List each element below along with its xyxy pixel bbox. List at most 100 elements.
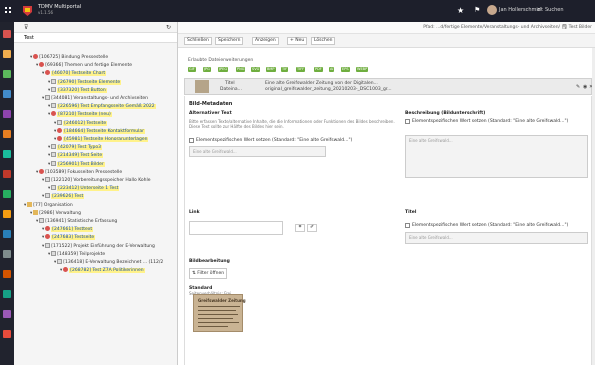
- tree-node-label[interactable]: [69366] Themen und fertige Elemente: [45, 63, 132, 68]
- chevron-down-icon[interactable]: ▾: [48, 162, 50, 167]
- new-button[interactable]: + Neu: [287, 37, 308, 45]
- module-icon[interactable]: [3, 230, 11, 238]
- tree-node[interactable]: ▾ [2986] Verwaltung: [30, 209, 81, 217]
- tree-node-label[interactable]: [247661] Testtext: [51, 227, 94, 233]
- tree-node-label[interactable]: [87210] Testseite (neu): [57, 112, 112, 118]
- module-icon[interactable]: [3, 90, 11, 98]
- title-checkbox-label[interactable]: Elementspezifischen Wert setzen (Standar…: [412, 223, 568, 228]
- module-icon[interactable]: [3, 270, 11, 278]
- delete-button[interactable]: Löschen: [311, 37, 336, 45]
- module-icon[interactable]: [3, 70, 11, 78]
- star-icon[interactable]: ★: [457, 6, 464, 15]
- menu-icon[interactable]: [5, 7, 11, 13]
- filter-icon[interactable]: ⊽: [24, 24, 28, 31]
- refresh-icon[interactable]: ↻: [166, 24, 171, 31]
- module-icon[interactable]: [3, 130, 11, 138]
- alt-text-checkbox-label[interactable]: Elementspezifischen Wert setzen (Standar…: [196, 138, 352, 143]
- link-browse-button[interactable]: ⌗: [295, 224, 305, 232]
- tree-node-label[interactable]: [148359] Teilprojekte: [57, 252, 105, 257]
- tree-search-input[interactable]: [24, 34, 174, 42]
- search-label[interactable]: Suchen: [545, 7, 564, 13]
- tree-node[interactable]: ▾ [136418] E-Verwaltung Bezeichnet ... (1…: [54, 259, 163, 266]
- tree-node-label[interactable]: [122120] Vorbereitungsspeicher Hallo Koh…: [51, 178, 150, 183]
- tree-node-label[interactable]: [226596] Test Empfangsseite Gemäß 2022: [57, 104, 156, 110]
- chevron-down-icon[interactable]: ▾: [48, 186, 50, 191]
- alt-text-field[interactable]: Eine alte Greifswald...: [189, 146, 326, 157]
- caption-checkbox[interactable]: [405, 119, 410, 124]
- tree-node[interactable]: ▾ [239626] Test: [42, 193, 85, 200]
- chevron-down-icon[interactable]: ▾: [48, 112, 50, 117]
- tree-node-label[interactable]: [256901] Test Bilder: [57, 161, 105, 167]
- module-icon[interactable]: [3, 110, 11, 118]
- tree-node[interactable]: ▾ [136941] Statistische Erfassung: [36, 218, 117, 225]
- title-field[interactable]: Eine alte Greifswald...: [405, 232, 588, 244]
- chevron-down-icon[interactable]: ▾: [36, 170, 38, 175]
- caption-checkbox-label[interactable]: Elementspezifischen Wert setzen (Standar…: [412, 119, 568, 124]
- tree-node-label[interactable]: [246012] Testseite: [63, 120, 108, 126]
- chevron-down-icon[interactable]: ▾: [42, 235, 44, 240]
- tree-node[interactable]: ▾ [87210] Testseite (neu): [48, 111, 112, 118]
- chevron-down-icon[interactable]: ▾: [36, 219, 38, 224]
- chevron-down-icon[interactable]: ▾: [48, 88, 50, 93]
- chevron-down-icon[interactable]: ▾: [48, 252, 50, 257]
- tree-node-label[interactable]: [184664] Testseite Kontaktformular: [63, 128, 145, 134]
- alt-text-checkbox[interactable]: [189, 138, 194, 143]
- tree-node[interactable]: ▾ [268782] Test Z7A Politikerinnen: [60, 267, 145, 274]
- tree-node[interactable]: ▾ [122120] Vorbereitungsspeicher Hallo Ko…: [42, 177, 151, 184]
- chevron-down-icon[interactable]: ▾: [42, 71, 44, 76]
- module-icon[interactable]: [3, 190, 11, 198]
- tree-node[interactable]: ▾ [148359] Teilprojekte: [48, 250, 105, 258]
- tree-node-label[interactable]: [171522] Projekt Einführung der E-Verwal…: [51, 244, 155, 249]
- caption-field[interactable]: Eine alte Greifswald...: [405, 135, 588, 178]
- chevron-down-icon[interactable]: ▾: [60, 268, 62, 273]
- tree-node-label[interactable]: [239626] Test: [51, 194, 85, 200]
- chevron-down-icon[interactable]: ▾: [54, 129, 56, 134]
- module-icon[interactable]: [3, 310, 11, 318]
- tree-node[interactable]: ▾ [171522] Projekt Einführung der E-Verwa…: [42, 242, 155, 250]
- chevron-down-icon[interactable]: ▾: [36, 63, 38, 68]
- search-icon[interactable]: ⌕: [537, 6, 540, 14]
- tree-node[interactable]: ▾ [42079] Test Typo3: [48, 144, 102, 151]
- tree-node[interactable]: ▾ [226596] Test Empfangsseite Gemäß 2022: [48, 103, 156, 110]
- tree-node-label[interactable]: [106725] Bindung Pressestelle: [39, 55, 108, 60]
- tree-node-label[interactable]: [26790] Testseite Elemente: [57, 79, 122, 85]
- chevron-down-icon[interactable]: ▾: [42, 96, 44, 101]
- module-icon[interactable]: [3, 250, 11, 258]
- tree-node-label[interactable]: [136418] E-Verwaltung Bezeichnet ... (11…: [63, 260, 163, 265]
- module-icon[interactable]: [3, 210, 11, 218]
- tree-node[interactable]: ▾ [223412] Unterseite 1 Test: [48, 185, 120, 192]
- chevron-down-icon[interactable]: ▾: [54, 260, 56, 265]
- close-button[interactable]: Schließen: [184, 37, 212, 45]
- module-icon[interactable]: [3, 170, 11, 178]
- avatar[interactable]: [487, 5, 497, 15]
- chevron-down-icon[interactable]: ▾: [48, 153, 50, 158]
- tree-node-label[interactable]: [344081] Veranstaltungs- und Archivseite…: [51, 96, 148, 101]
- tree-node-label[interactable]: [223412] Unterseite 1 Test: [57, 186, 120, 192]
- chevron-down-icon[interactable]: ▾: [48, 104, 50, 109]
- tree-node-label[interactable]: [46070] Testseite Chart: [51, 71, 107, 77]
- chevron-down-icon[interactable]: ▾: [54, 121, 56, 126]
- module-icon[interactable]: [3, 330, 11, 338]
- chevron-down-icon[interactable]: ▾: [30, 55, 32, 60]
- chevron-down-icon[interactable]: ▾: [42, 194, 44, 199]
- link-field[interactable]: [189, 221, 283, 235]
- tree-node[interactable]: ▾ [247661] Testtext: [42, 226, 94, 233]
- tree-node[interactable]: ▾ [26790] Testseite Elemente: [48, 78, 122, 86]
- tree-node[interactable]: ▾ [69366] Themen und fertige Elemente: [36, 62, 132, 69]
- tree-node[interactable]: ▾ [103589] Fokusseiten Pressestelle: [36, 168, 122, 176]
- tree-node-label[interactable]: [103589] Fokusseiten Pressestelle: [45, 170, 122, 175]
- chevron-down-icon[interactable]: ▾: [42, 227, 44, 232]
- tree-node-label[interactable]: [2986] Verwaltung: [39, 211, 81, 216]
- tree-node[interactable]: ▾ [106725] Bindung Pressestelle: [30, 54, 108, 61]
- title-checkbox[interactable]: [405, 223, 410, 228]
- tree-node[interactable]: ▾ [46070] Testseite Chart: [42, 70, 107, 77]
- module-icon[interactable]: [3, 30, 11, 38]
- chevron-down-icon[interactable]: ▾: [48, 145, 50, 150]
- tree-node-label[interactable]: [77] Organisation: [33, 203, 72, 208]
- tree-node[interactable]: ▾ [45981] Testseite Honorarunterlagen: [54, 136, 149, 143]
- tree-node-label[interactable]: [247683] Testseite: [51, 235, 96, 241]
- flag-icon[interactable]: ⚑: [474, 6, 480, 14]
- tree-node[interactable]: ▾ [214349] Test Seite: [48, 152, 104, 159]
- tree-node[interactable]: ▾ [184664] Testseite Kontaktformular: [54, 127, 145, 135]
- tree-node-label[interactable]: [42079] Test Typo3: [57, 145, 102, 151]
